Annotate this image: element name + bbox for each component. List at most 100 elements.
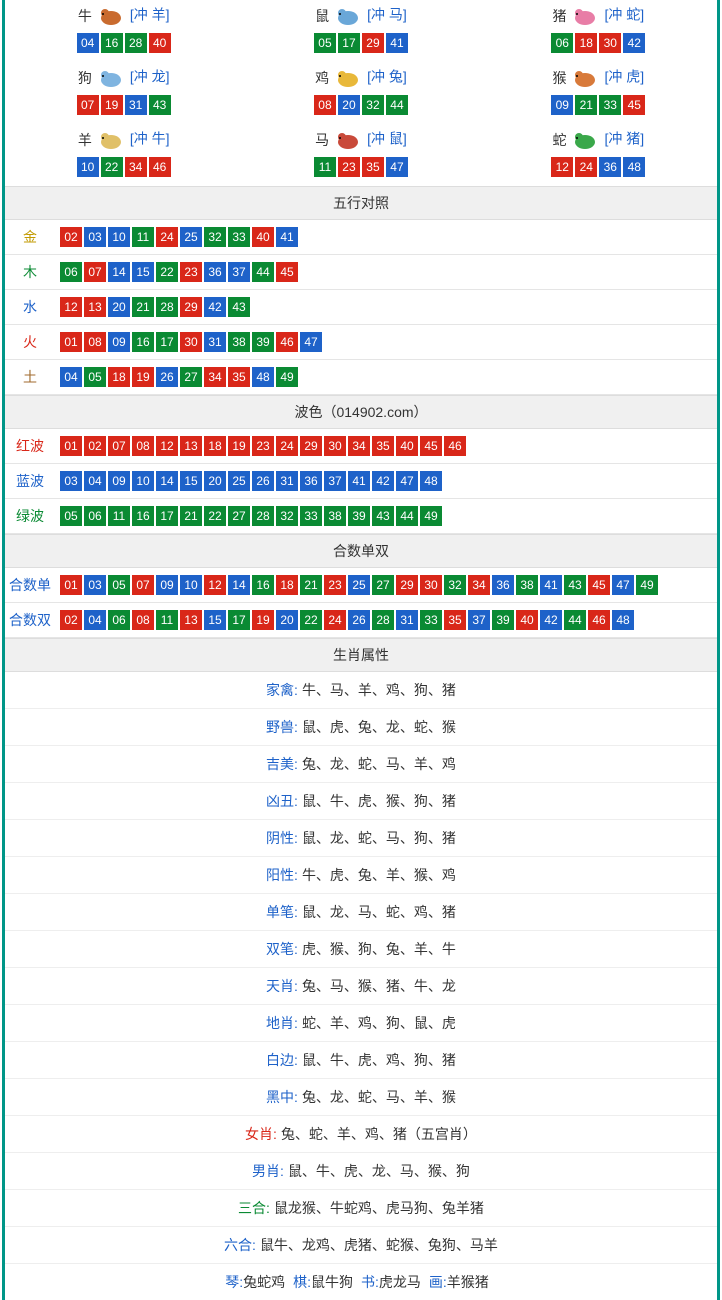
row-numbers: 05061116172122272832333839434449: [55, 505, 717, 527]
number-badge: 38: [516, 575, 538, 595]
number-badge: 34: [125, 157, 147, 177]
attr-row: 六合:鼠牛、龙鸡、虎猪、蛇猴、兔狗、马羊: [5, 1227, 717, 1264]
number-badge: 38: [324, 506, 346, 526]
number-badge: 29: [300, 436, 322, 456]
attr-value: 鼠、龙、马、蛇、鸡、猪: [302, 904, 456, 920]
attr-value: 鼠、牛、虎、鸡、狗、猪: [302, 1052, 456, 1068]
attr-key: 阳性:: [266, 867, 298, 883]
number-badge: 29: [180, 297, 202, 317]
number-badge: 10: [77, 157, 99, 177]
row-numbers: 02031011242532334041: [55, 226, 717, 248]
number-badge: 23: [324, 575, 346, 595]
attr-value: 鼠、虎、兔、龙、蛇、猴: [302, 719, 456, 735]
attr-value: 兔、蛇、羊、鸡、猪（五宫肖）: [281, 1126, 477, 1142]
attr-key: 单笔:: [266, 904, 298, 920]
number-badge: 25: [228, 471, 250, 491]
number-badge: 10: [180, 575, 202, 595]
number-badge: 25: [348, 575, 370, 595]
zodiac-numbers: 07193143: [5, 94, 242, 116]
number-badge: 21: [180, 506, 202, 526]
number-badge: 30: [180, 332, 202, 352]
number-badge: 20: [204, 471, 226, 491]
attr-key: 三合:: [238, 1200, 270, 1216]
row-numbers: 06071415222336374445: [55, 261, 717, 283]
number-badge: 42: [204, 297, 226, 317]
number-badge: 17: [338, 33, 360, 53]
attr-value: 鼠、牛、虎、猴、狗、猪: [302, 793, 456, 809]
number-badge: 44: [386, 95, 408, 115]
zodiac-numbers: 09213345: [480, 94, 717, 116]
number-badge: 14: [228, 575, 250, 595]
number-badge: 41: [348, 471, 370, 491]
qqsh-label: 画:: [429, 1274, 447, 1290]
number-badge: 16: [101, 33, 123, 53]
attr-row: 单笔:鼠、龙、马、蛇、鸡、猪: [5, 894, 717, 931]
zodiac-numbers: 10223446: [5, 156, 242, 178]
number-badge: 06: [108, 610, 130, 630]
attr-value: 兔、龙、蛇、马、羊、猴: [302, 1089, 456, 1105]
number-badge: 15: [180, 471, 202, 491]
number-badge: 30: [599, 33, 621, 53]
zodiac-grid: 牛[冲 羊]04162840鼠[冲 马]05172941猪[冲 蛇]061830…: [5, 0, 717, 186]
number-badge: 03: [84, 575, 106, 595]
number-badge: 45: [588, 575, 610, 595]
number-badge: 29: [362, 33, 384, 53]
zodiac-header: 羊[冲 牛]: [5, 128, 242, 152]
zodiac-animal-icon: [94, 4, 128, 28]
number-badge: 19: [252, 610, 274, 630]
number-badge: 42: [540, 610, 562, 630]
row-label: 火: [5, 332, 55, 352]
number-badge: 07: [77, 95, 99, 115]
number-badge: 35: [444, 610, 466, 630]
number-badge: 06: [60, 262, 82, 282]
number-badge: 37: [324, 471, 346, 491]
number-badge: 19: [228, 436, 250, 456]
attr-value: 鼠牛、龙鸡、虎猪、蛇猴、兔狗、马羊: [260, 1237, 498, 1253]
number-badge: 14: [108, 262, 130, 282]
number-badge: 24: [575, 157, 597, 177]
number-badge: 44: [396, 506, 418, 526]
number-badge: 39: [252, 332, 274, 352]
zodiac-cell: 狗[冲 龙]07193143: [5, 62, 242, 124]
zodiac-header: 牛[冲 羊]: [5, 4, 242, 28]
number-badge: 13: [180, 436, 202, 456]
number-badge: 35: [372, 436, 394, 456]
number-badge: 11: [314, 157, 336, 177]
zodiac-conflict: [冲 马]: [367, 6, 407, 22]
number-badge: 15: [204, 610, 226, 630]
number-badge: 16: [252, 575, 274, 595]
number-badge: 03: [84, 227, 106, 247]
attr-row: 黑中:兔、龙、蛇、马、羊、猴: [5, 1079, 717, 1116]
number-badge: 48: [612, 610, 634, 630]
number-badge: 29: [396, 575, 418, 595]
qqsh-label: 棋:: [293, 1274, 311, 1290]
number-badge: 35: [228, 367, 250, 387]
attr-row: 白边:鼠、牛、虎、鸡、狗、猪: [5, 1042, 717, 1079]
number-badge: 45: [420, 436, 442, 456]
zodiac-name: 牛: [78, 6, 92, 26]
attr-value: 鼠、牛、虎、龙、马、猴、狗: [288, 1163, 470, 1179]
attr-key: 家禽:: [266, 682, 298, 698]
attr-row: 吉美:兔、龙、蛇、马、羊、鸡: [5, 746, 717, 783]
zodiac-cell: 蛇[冲 猪]12243648: [480, 124, 717, 186]
number-badge: 09: [108, 471, 130, 491]
number-badge: 11: [132, 227, 154, 247]
number-badge: 23: [180, 262, 202, 282]
attr-key: 女肖:: [245, 1126, 277, 1142]
number-badge: 19: [101, 95, 123, 115]
attr-value: 牛、马、羊、鸡、狗、猪: [302, 682, 456, 698]
zodiac-name: 猪: [552, 6, 566, 26]
zodiac-conflict: [冲 虎]: [604, 68, 644, 84]
number-badge: 08: [132, 436, 154, 456]
attr-key: 地肖:: [266, 1015, 298, 1031]
attr-value: 鼠龙猴、牛蛇鸡、虎马狗、兔羊猪: [274, 1200, 484, 1216]
number-badge: 40: [396, 436, 418, 456]
zodiac-cell: 鸡[冲 兔]08203244: [242, 62, 479, 124]
number-badge: 05: [314, 33, 336, 53]
zodiac-animal-icon: [568, 66, 602, 90]
number-badge: 13: [180, 610, 202, 630]
number-badge: 48: [420, 471, 442, 491]
zodiac-name: 猴: [552, 68, 566, 88]
number-badge: 07: [132, 575, 154, 595]
number-badge: 28: [252, 506, 274, 526]
